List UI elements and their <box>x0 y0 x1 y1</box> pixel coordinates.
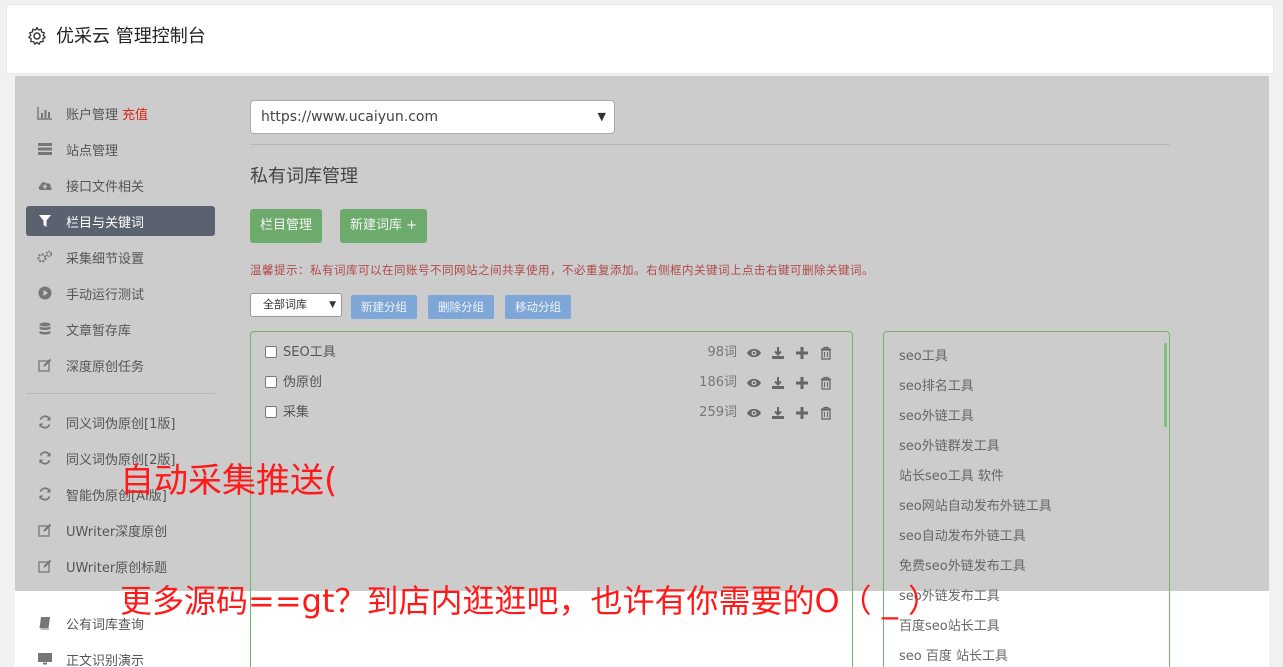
sidebar-item-collect-settings[interactable]: 采集细节设置 <box>26 242 215 272</box>
column-manage-button[interactable]: 栏目管理 <box>250 209 323 243</box>
eye-icon[interactable] <box>746 405 762 421</box>
sidebar-item-api-files[interactable]: 接口文件相关 <box>26 170 215 200</box>
chevron-down-icon: ▼ <box>329 300 336 310</box>
edit-icon <box>37 357 53 373</box>
library-name[interactable]: 伪原创 <box>283 373 322 393</box>
library-name[interactable]: 采集 <box>283 403 309 423</box>
keyword-item[interactable]: 站长seo工具 软件 <box>899 467 1004 487</box>
bar-chart-icon <box>37 105 53 121</box>
download-icon[interactable] <box>770 375 786 391</box>
keyword-item[interactable]: seo外链工具 <box>899 407 974 427</box>
edit-icon <box>37 522 53 538</box>
recharge-link[interactable]: 充值 <box>122 104 148 123</box>
tip-text: 温馨提示：私有词库可以在同账号不同网站之间共享使用，不必重复添加。右侧框内关键词… <box>250 263 874 277</box>
refresh-icon <box>37 486 53 502</box>
console-title: 优采云 管理控制台 <box>56 26 206 47</box>
sidebar-item-label: 站点管理 <box>66 143 119 159</box>
monitor-icon <box>37 651 53 667</box>
eye-icon[interactable] <box>746 345 762 361</box>
overlay-caption-1: 自动采集推送( <box>120 461 338 501</box>
console-header: 优采云 管理控制台 <box>6 4 1274 74</box>
eye-icon[interactable] <box>746 375 762 391</box>
page-title: 私有词库管理 <box>250 166 358 187</box>
filter-icon <box>37 213 53 229</box>
keyword-scrollbar[interactable] <box>1164 343 1167 427</box>
library-row[interactable]: 采集 259词 <box>265 403 845 423</box>
database-icon <box>37 321 53 337</box>
site-select[interactable]: https://www.ucaiyun.com ▼ <box>250 100 615 134</box>
sidebar-item-uwriter-title[interactable]: UWriter原创标题 <box>26 551 215 581</box>
sidebar-item-label: 栏目与关键词 <box>66 215 145 231</box>
sidebar-item-label: 同义词伪原创[1版] <box>66 416 176 432</box>
refresh-icon <box>37 414 53 430</box>
sidebar-item-account[interactable]: 账户管理 充值 <box>26 98 215 128</box>
delete-group-button[interactable]: 删除分组 <box>428 295 494 319</box>
chevron-down-icon: ▼ <box>597 110 606 123</box>
sidebar-item-deep-original[interactable]: 深度原创任务 <box>26 350 215 380</box>
trash-icon[interactable] <box>818 405 834 421</box>
trash-icon[interactable] <box>818 345 834 361</box>
new-library-button[interactable]: 新建词库 + <box>340 209 428 243</box>
play-circle-icon <box>37 285 53 301</box>
divider <box>250 144 1170 145</box>
sidebar-divider <box>26 393 215 394</box>
plus-icon[interactable] <box>794 345 810 361</box>
sidebar-item-uwriter-deep[interactable]: UWriter深度原创 <box>26 515 215 545</box>
library-checkbox[interactable] <box>265 346 277 358</box>
library-count: 259词 <box>699 405 737 420</box>
sidebar-item-label: 文章暂存库 <box>66 323 132 339</box>
move-group-button[interactable]: 移动分组 <box>505 295 571 319</box>
keyword-item[interactable]: seo外链群发工具 <box>899 437 1000 457</box>
keyword-item[interactable]: seo排名工具 <box>899 377 974 397</box>
library-group-select[interactable]: 全部词库 ▼ <box>250 293 342 317</box>
sidebar-item-article-store[interactable]: 文章暂存库 <box>26 314 215 344</box>
sidebar-item-sites[interactable]: 站点管理 <box>26 134 215 164</box>
sidebar-item-label: 采集细节设置 <box>66 251 145 267</box>
sidebar-item-text-recognition[interactable]: 正文识别演示 <box>26 644 215 667</box>
cogs-icon <box>37 249 53 265</box>
download-icon[interactable] <box>770 405 786 421</box>
sidebar-item-label: 手动运行测试 <box>66 287 145 303</box>
library-checkbox[interactable] <box>265 406 277 418</box>
library-row[interactable]: 伪原创 186词 <box>265 373 845 393</box>
keyword-item[interactable]: seo 百度 站长工具 <box>899 647 1008 667</box>
sidebar-item-manual-run[interactable]: 手动运行测试 <box>26 278 215 308</box>
sidebar-item-label: UWriter深度原创 <box>66 524 168 540</box>
library-count: 186词 <box>699 375 737 390</box>
overlay-caption-2: 更多源码==gt？到店内逛逛吧，也许有你需要的O（ _ ） <box>120 582 941 620</box>
sidebar-item-label: 接口文件相关 <box>66 179 145 195</box>
book-icon <box>37 615 53 631</box>
library-group-value: 全部词库 <box>263 298 307 311</box>
gear-icon <box>28 26 46 45</box>
keyword-item[interactable]: seo网站自动发布外链工具 <box>899 497 1052 517</box>
library-count: 98词 <box>707 345 737 360</box>
keyword-item[interactable]: seo工具 <box>899 347 948 367</box>
site-select-value: https://www.ucaiyun.com <box>261 109 439 125</box>
edit-icon <box>37 558 53 574</box>
server-icon <box>37 141 53 157</box>
sidebar-item-label: 深度原创任务 <box>66 359 145 375</box>
library-checkbox[interactable] <box>265 376 277 388</box>
refresh-icon <box>37 450 53 466</box>
sidebar-item-synonym-v1[interactable]: 同义词伪原创[1版] <box>26 407 215 437</box>
sidebar-item-label: UWriter原创标题 <box>66 560 168 576</box>
plus-icon[interactable] <box>794 405 810 421</box>
cloud-upload-icon <box>37 177 53 193</box>
plus-icon[interactable] <box>794 375 810 391</box>
library-name[interactable]: SEO工具 <box>283 343 336 363</box>
library-row[interactable]: SEO工具 98词 <box>265 343 845 363</box>
trash-icon[interactable] <box>818 375 834 391</box>
download-icon[interactable] <box>770 345 786 361</box>
sidebar-item-label: 正文识别演示 <box>66 653 145 667</box>
new-group-button[interactable]: 新建分组 <box>351 295 417 319</box>
keyword-item[interactable]: seo自动发布外链工具 <box>899 527 1026 547</box>
keyword-item[interactable]: 免费seo外链发布工具 <box>899 557 1026 577</box>
sidebar-item-label: 账户管理 <box>66 107 119 123</box>
sidebar-item-columns-keywords[interactable]: 栏目与关键词 <box>26 206 215 236</box>
